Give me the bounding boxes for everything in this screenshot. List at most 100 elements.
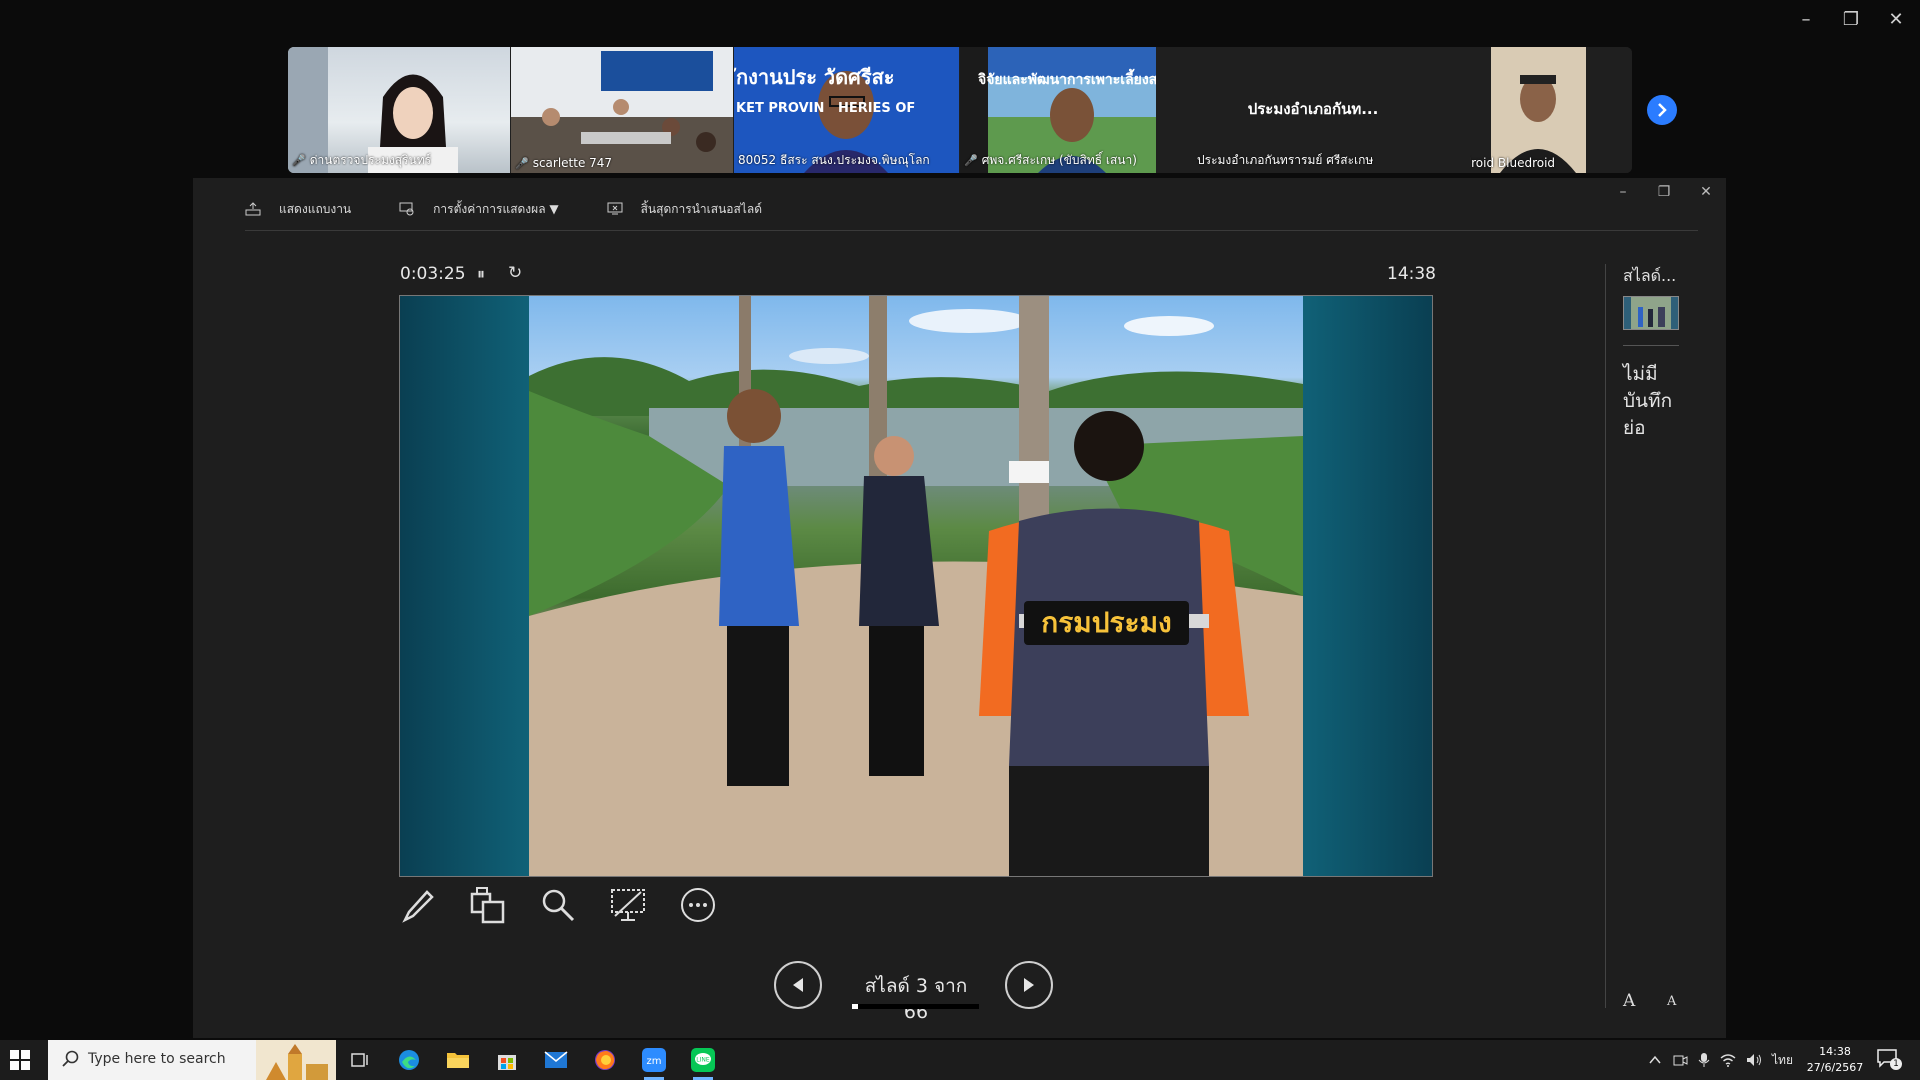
next-slide-button[interactable]: [1005, 961, 1053, 1009]
decrease-font-button[interactable]: A: [1667, 994, 1676, 1009]
mic-muted-icon: 🎤: [515, 157, 529, 170]
task-view-button[interactable]: [340, 1044, 380, 1076]
presenter-minimize-button[interactable]: –: [1609, 181, 1637, 203]
taskbar-clock[interactable]: 14:38 27/6/2567: [1800, 1044, 1870, 1076]
next-slide-thumbnail[interactable]: [1623, 296, 1679, 330]
mic-muted-icon: 🎤: [292, 154, 306, 167]
file-explorer-app[interactable]: [438, 1044, 478, 1076]
zoom-slide-button[interactable]: [539, 886, 577, 924]
current-time: 14:38: [1387, 264, 1436, 284]
slide-background-left: [400, 296, 529, 876]
notes-divider[interactable]: [1605, 264, 1606, 1008]
pen-tool-button[interactable]: [399, 886, 437, 924]
participant-tile[interactable]: 🎤 ด่านตรวจประมงสุรินทร์: [288, 47, 510, 173]
more-icon: [681, 888, 715, 922]
wifi-icon[interactable]: [1720, 1053, 1736, 1067]
speaker-notes: ไม่มีบันทึกย่อ: [1623, 363, 1673, 439]
display-settings-icon: [399, 202, 414, 216]
triangle-right-icon: [1024, 978, 1034, 992]
minimize-button[interactable]: –: [1791, 8, 1821, 32]
line-app[interactable]: LINE: [683, 1044, 723, 1080]
windows-start-icon[interactable]: [10, 1050, 30, 1070]
restore-button[interactable]: ❐: [1836, 8, 1866, 32]
slide-progress-fill: [852, 1004, 858, 1009]
folder-icon: [447, 1053, 469, 1068]
next-participants-button[interactable]: [1647, 95, 1677, 125]
pen-icon: [402, 890, 434, 923]
taskbar-search-box[interactable]: Type here to search: [48, 1040, 336, 1080]
firefox-icon: [595, 1050, 615, 1070]
meet-now-icon[interactable]: [1672, 1052, 1688, 1068]
close-button[interactable]: ✕: [1881, 8, 1911, 32]
end-slideshow-button[interactable]: สิ้นสุดการนำเสนอสไลด์: [607, 200, 762, 219]
notification-count: 1: [1890, 1058, 1902, 1070]
participant-banner: ักงานประ วัดศรีสะ: [736, 65, 895, 89]
previous-slide-button[interactable]: [774, 961, 822, 1009]
search-highlight-icon: [256, 1040, 336, 1080]
mail-app[interactable]: [536, 1044, 576, 1076]
presenter-restore-button[interactable]: ❐: [1650, 181, 1678, 203]
taskbar-date: 27/6/2567: [1806, 1061, 1864, 1074]
black-screen-button[interactable]: [609, 886, 647, 924]
participant-tile-active[interactable]: ักงานประ วัดศรีสะ KET PROVIN HERIES OF 8…: [734, 47, 959, 173]
end-slideshow-icon: [607, 202, 623, 215]
task-view-icon: [351, 1053, 368, 1067]
store-app[interactable]: [487, 1044, 527, 1076]
participant-strip: 🎤 ด่านตรวจประมงสุรินทร์ 🎤 scarlette 747 ัก…: [288, 47, 1632, 173]
presenter-toolbar: แสดงแถบงาน การตั้งค่าการแสดงผล ▼ สิ้นสุด…: [245, 194, 762, 224]
participant-name: 🎤Android Bluedroid: [1470, 156, 1556, 170]
slide-counter[interactable]: สไลด์ 3 จาก 66: [851, 971, 981, 1023]
slide-photo-illustration: [529, 296, 1303, 876]
svg-text:zm: zm: [647, 1056, 662, 1067]
participant-tile[interactable]: ประมงอำเภอกันท... ประมงอำเภอกันทรารมย์ ศ…: [1157, 47, 1469, 173]
see-all-slides-button[interactable]: [469, 886, 507, 924]
slides-grid-icon: [470, 887, 505, 924]
firefox-app[interactable]: [585, 1044, 625, 1076]
triangle-left-icon: [793, 978, 803, 992]
slide-background-right: [1303, 296, 1432, 876]
participant-tile[interactable]: 🎤 scarlette 747: [511, 47, 733, 173]
search-icon: [62, 1050, 79, 1067]
toolbar-divider: [245, 230, 1698, 231]
zoom-app[interactable]: zm: [634, 1044, 674, 1080]
slide-photo: กรมประมง: [529, 296, 1303, 876]
thumbnail-image: [1631, 297, 1671, 329]
chevron-right-icon: [1658, 103, 1667, 117]
notes-separator: [1623, 345, 1679, 346]
windows-taskbar: Type here to search zm LINE ไทย 14:38 27…: [0, 1040, 1920, 1080]
taskbar-icon: [245, 202, 261, 216]
display-settings-button[interactable]: การตั้งค่าการแสดงผล ▼: [399, 200, 559, 219]
more-options-button[interactable]: [679, 886, 717, 924]
pause-timer-icon[interactable]: ⏸: [477, 264, 485, 284]
participant-name: 80052 ธีสระ สนง.ประมงจ.พิษณุโลก: [738, 153, 930, 167]
edge-browser-icon: [399, 1050, 419, 1070]
microphone-icon[interactable]: [1698, 1052, 1710, 1068]
participant-display-name: ประมงอำเภอกันท...: [1247, 100, 1379, 118]
slide-tools: [399, 886, 717, 924]
chevron-up-icon[interactable]: [1648, 1053, 1662, 1067]
participant-video: [1470, 47, 1632, 173]
presenter-close-button[interactable]: ✕: [1692, 181, 1720, 203]
participant-tile[interactable]: จิจัยและพัฒนาการเพาะเลี้ยงส 🎤 ศพจ.ศรีสะเก…: [960, 47, 1156, 173]
participant-tile[interactable]: 🎤Android Bluedroid: [1470, 47, 1632, 173]
edge-app[interactable]: [389, 1044, 429, 1076]
zoom-icon: zm: [642, 1048, 666, 1072]
store-bag-icon: [498, 1055, 516, 1070]
restart-timer-icon[interactable]: ↻: [508, 263, 522, 283]
elapsed-timer: 0:03:25: [400, 264, 466, 284]
vest-text: กรมประมง: [1024, 601, 1189, 645]
line-icon: LINE: [691, 1048, 715, 1072]
participant-name: 🎤 ด่านตรวจประมงสุรินทร์: [292, 153, 432, 167]
mail-icon: [544, 1051, 568, 1068]
show-taskbar-button[interactable]: แสดงแถบงาน: [245, 200, 351, 219]
participant-banner: จิจัยและพัฒนาการเพาะเลี้ยงส: [978, 72, 1156, 88]
search-placeholder: Type here to search: [88, 1051, 226, 1067]
slide-progress-bar: [852, 1004, 979, 1009]
magnifier-icon: [542, 889, 575, 922]
volume-icon[interactable]: [1746, 1053, 1762, 1067]
input-language[interactable]: ไทย: [1772, 1051, 1793, 1070]
participant-banner-sub: KET PROVIN HERIES OF: [736, 101, 916, 116]
system-tray: ไทย: [1648, 1040, 1793, 1080]
notification-center-button[interactable]: 1: [1876, 1048, 1902, 1072]
increase-font-button[interactable]: A: [1623, 991, 1635, 1011]
